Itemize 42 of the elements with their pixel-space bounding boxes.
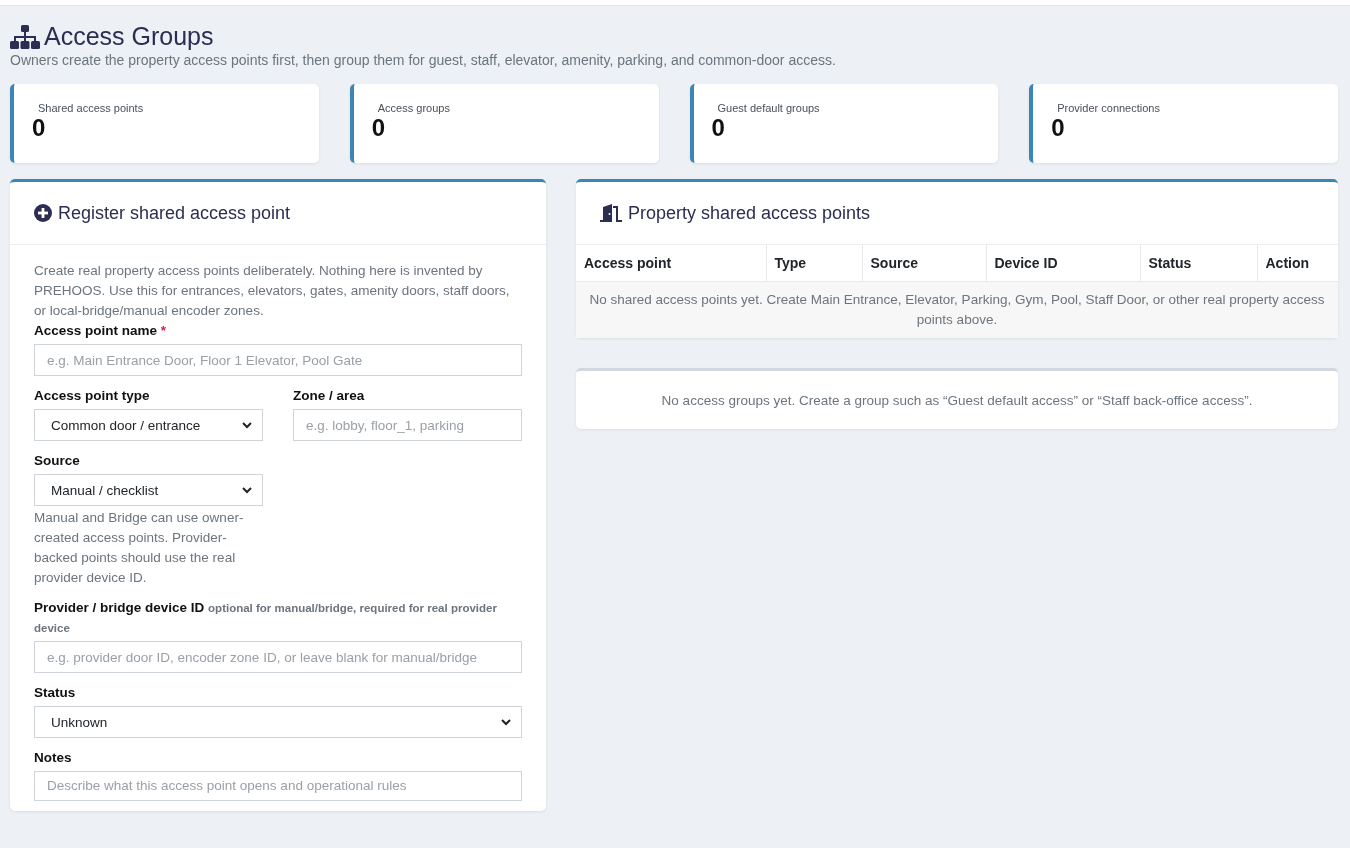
caret-icon (242, 421, 252, 429)
empty-message: No shared access points yet. Create Main Entrance, Elevator, Parking, Gym, Pool, Staff Door, or other real property access points above. (576, 281, 1338, 338)
page-title: Access Groups (44, 22, 214, 51)
stat-label: Access groups (377, 102, 451, 114)
column-header: Access point (576, 245, 766, 282)
stat-value: 0 (711, 114, 725, 142)
field-label: Notes (34, 749, 73, 767)
column-header: Source (862, 245, 986, 282)
caret-icon (242, 486, 252, 494)
help-text: Manual and Bridge can use owner-created access points. Provider-backed points should use the real provider device ID. (34, 509, 245, 587)
column-header: Action (1257, 245, 1338, 282)
column-header: Type (766, 245, 862, 282)
text-field[interactable]: e.g. Main Entrance Door, Floor 1 Elevator, Pool Gate (34, 344, 522, 376)
column-header: Status (1140, 245, 1257, 282)
field-label: Zone / area (293, 387, 366, 405)
field-label: Provider / bridge device ID optional for manual/bridge, required for real provider device (34, 599, 498, 636)
sitemap-icon (10, 24, 40, 49)
panel-title: Property shared access points (628, 202, 871, 224)
field-label: Access point type (34, 387, 151, 405)
notes-field[interactable]: Describe what this access point opens and operational rules (34, 771, 522, 801)
stat-label: Provider connections (1057, 102, 1161, 114)
empty-message: No access groups yet. Create a group such as “Guest default access” or “Staff back-office access”. (661, 393, 1253, 408)
plus-circle-icon (34, 204, 52, 222)
stat-value: 0 (371, 114, 386, 142)
door-icon (600, 204, 622, 222)
field-label: Access point name * (34, 322, 168, 340)
panel-title: Register shared access point (58, 202, 291, 224)
field-label: Source (34, 452, 81, 470)
stat-label: Guest default groups (717, 102, 821, 114)
stat-value: 0 (1051, 114, 1065, 142)
dropdown[interactable]: Common door / entrance (34, 409, 263, 441)
column-header: Device ID (986, 245, 1140, 282)
field-label: Status (34, 684, 77, 702)
text-field[interactable]: e.g. lobby, floor_1, parking (293, 409, 522, 441)
stat-value: 0 (32, 114, 46, 142)
page-subtitle: Owners create the property access points first, then group them for guest, staff, elevator, amenity, parking, and common-door access. (10, 52, 837, 68)
intro-text: Create real property access points deliberately. Nothing here is invented by PREHOOS. Use this for entrances, elevators, gates, amenity doors, staff doors, or local-bridge/manual encoder zones. (34, 262, 511, 320)
stat-label: Shared access points (38, 102, 145, 114)
dropdown[interactable]: Manual / checklist (34, 474, 263, 506)
text-field[interactable]: e.g. provider door ID, encoder zone ID, or leave blank for manual/bridge (34, 641, 522, 673)
caret-icon (501, 718, 511, 726)
dropdown[interactable]: Unknown (34, 706, 522, 738)
